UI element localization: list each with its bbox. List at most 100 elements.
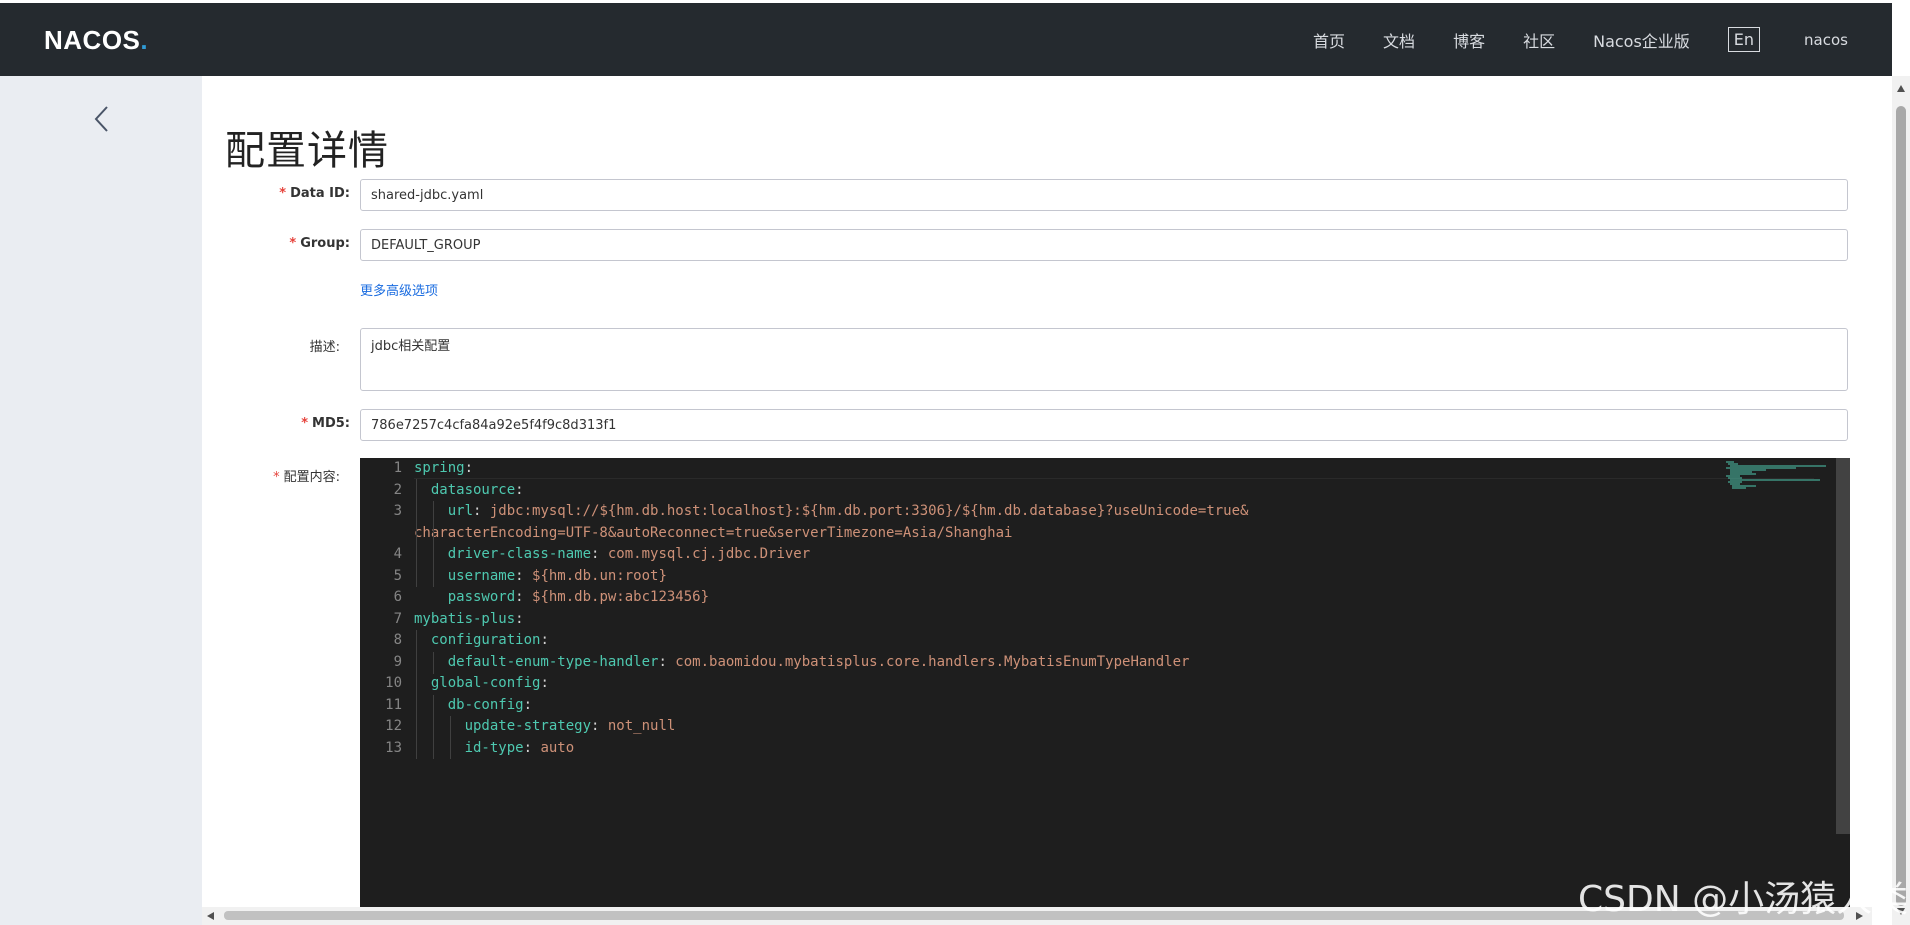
yaml-separator: : [540,632,549,648]
code-text: id-type: auto [414,738,575,759]
yaml-separator: : [540,675,549,691]
indent-guide [450,716,451,759]
code-text: username: ${hm.db.un:root} [414,566,667,587]
indent-guide [433,652,434,674]
description-label: 描述: [309,340,340,355]
line-number: 5 [393,567,402,584]
data-id-field[interactable]: shared-jdbc.yaml [360,179,1848,211]
yaml-separator: : [464,460,474,476]
scroll-up-icon[interactable] [1896,84,1906,94]
yaml-value: com.mysql.cj.jdbc.Driver [607,546,811,562]
yaml-value: com.baomidou.mybatisplus.core.handlers.M… [675,653,1190,670]
required-marker: * [301,416,309,431]
code-text: default-enum-type-handler: com.baomidou.… [414,652,1190,673]
page-vertical-scrollbar[interactable] [1892,76,1910,925]
required-marker: * [273,470,280,485]
yaml-key: driver-class-name [414,546,592,562]
line-number: 7 [393,610,402,627]
md5-value: 786e7257c4cfa84a92e5f4f9c8d313f1 [371,417,617,433]
md5-field[interactable]: 786e7257c4cfa84a92e5f4f9c8d313f1 [360,409,1848,441]
data-id-value: shared-jdbc.yaml [371,187,484,203]
content-label: * 配置内容: [190,466,340,485]
group-field[interactable]: DEFAULT_GROUP [360,229,1848,261]
yaml-value: not_null [607,718,676,734]
page-title: 配置详情 [225,128,389,174]
nav-home[interactable]: 首页 [1313,28,1345,52]
md5-label-text: MD5: [312,416,350,431]
user-menu[interactable]: nacos [1804,31,1848,49]
code-text: url: jdbc:mysql://${hm.db.host:localhost… [414,501,1249,522]
scroll-left-icon[interactable] [206,911,216,921]
indent-guide [433,695,434,759]
editor-scrollbar[interactable] [1836,458,1850,834]
yaml-separator: : [515,589,533,605]
yaml-key: id-type [414,739,524,756]
yaml-separator: : [591,546,608,562]
top-nav: 首页 文档 博客 社区 Nacos企业版 En nacos [1275,3,1848,76]
yaml-key: username [414,567,516,584]
yaml-key: spring [414,460,465,476]
nacos-logo[interactable]: NACOS. [44,25,148,56]
code-text: configuration: [414,630,549,651]
yaml-value: auto [540,739,575,756]
code-text: characterEncoding=UTF-8&autoReconnect=tr… [414,523,1012,544]
code-text: driver-class-name: com.mysql.cj.jdbc.Dri… [414,544,810,565]
advanced-options-link[interactable]: 更多高级选项 [360,280,438,299]
line-number: 12 [385,718,402,734]
group-label: * Group: [200,236,350,251]
indent-guide [433,501,434,587]
language-toggle[interactable]: En [1727,27,1761,52]
nav-blog[interactable]: 博客 [1453,28,1485,52]
nav-community[interactable]: 社区 [1523,28,1555,52]
line-number: 9 [393,653,402,670]
yaml-key: mybatis-plus [414,610,516,627]
md5-label: * MD5: [200,416,350,431]
required-marker: * [279,186,287,201]
code-text: datasource: [414,480,524,501]
yaml-value: ${hm.db.pw:abc123456} [532,589,710,605]
yaml-key: configuration [414,632,541,648]
line-number: 4 [393,546,402,562]
line-number: 13 [385,739,402,756]
line-number: 3 [393,503,402,519]
nav-enterprise[interactable]: Nacos企业版 [1593,28,1690,52]
yaml-separator: : [515,610,524,627]
indent-guide [416,630,417,759]
nav-docs[interactable]: 文档 [1383,28,1415,52]
code-editor[interactable]: 1 spring: 2 datasource: 3 url: jdbc:mysql:/… [360,458,1850,908]
code-text: global-config: [414,673,549,694]
yaml-separator: : [515,481,524,498]
yaml-value: characterEncoding=UTF-8&autoReconnect=tr… [414,524,1013,541]
yaml-value: jdbc:mysql://${hm.db.host:localhost}:${h… [489,503,1249,519]
chevron-left-icon[interactable] [91,104,113,134]
code-text: update-strategy: not_null [414,716,676,737]
yaml-separator: : [658,653,676,670]
content-label-text: 配置内容: [283,470,340,485]
editor-minimap[interactable] [1726,460,1836,500]
yaml-value: ${hm.db.un:root} [532,567,667,584]
yaml-key: global-config [414,675,541,691]
yaml-key: default-enum-type-handler [414,653,659,670]
yaml-separator: : [523,696,533,713]
data-id-label: * Data ID: [200,186,350,201]
yaml-key: password [414,589,516,605]
group-label-text: Group: [300,236,350,251]
line-number: 10 [385,675,402,691]
yaml-separator: : [515,567,533,584]
top-navbar: NACOS. 首页 文档 博客 社区 Nacos企业版 En nacos [0,0,1892,76]
code-text: spring: [414,458,473,479]
description-value: jdbc相关配置 [371,339,451,354]
sidebar [0,76,202,925]
line-number: 8 [393,632,402,648]
yaml-key: url [414,503,474,519]
yaml-key: update-strategy [414,718,592,734]
code-text: password: ${hm.db.pw:abc123456} [414,587,709,608]
description-field[interactable]: jdbc相关配置 [360,328,1848,391]
line-number: 6 [393,589,402,605]
scrollbar-thumb[interactable] [1896,106,1906,906]
yaml-key: datasource [414,481,516,498]
indent-guide [416,479,417,587]
logo-dot: . [140,25,149,55]
required-marker: * [289,236,297,251]
line-number: 11 [385,696,402,713]
